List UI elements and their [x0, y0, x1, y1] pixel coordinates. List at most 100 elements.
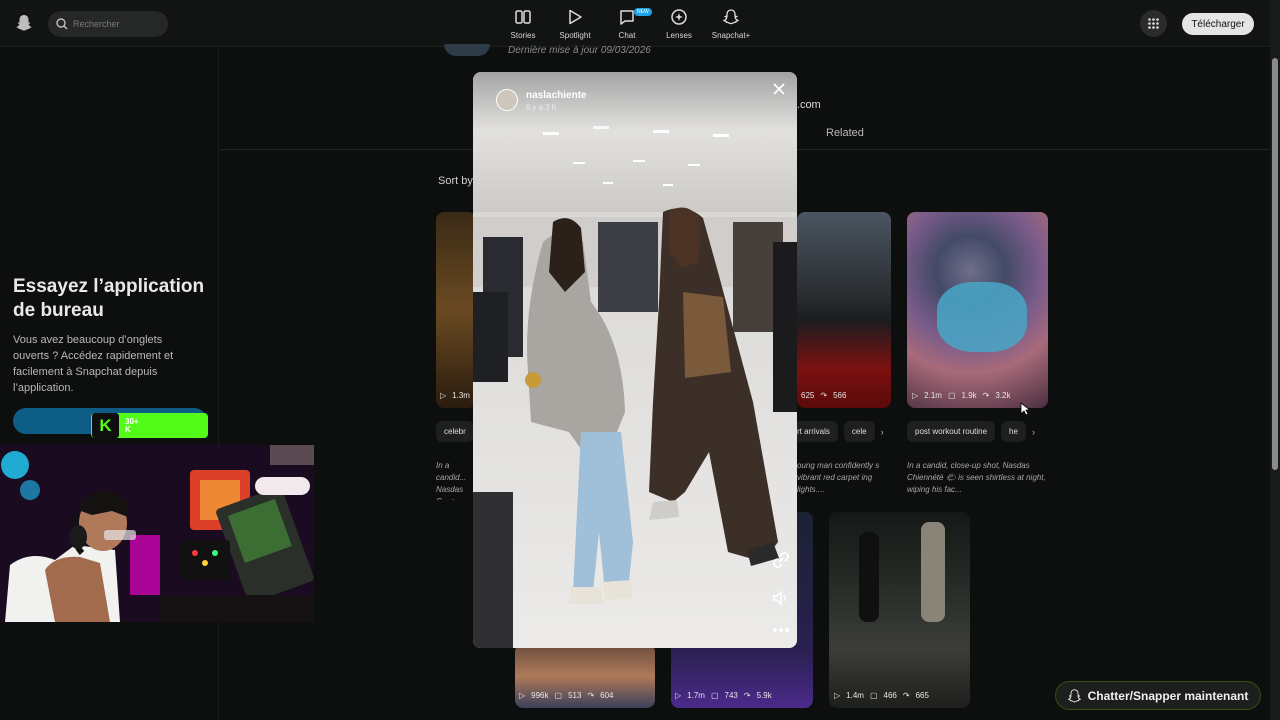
nav-snapchat-plus[interactable]: Snapchat+ [706, 8, 756, 40]
modal-header [473, 72, 797, 132]
comments-count: 743 [724, 691, 738, 700]
share-icon: ↷ [743, 691, 751, 700]
search-input[interactable] [73, 19, 163, 29]
card-stats: ▷ 1.4m ▢ 466 ↷ 665 [834, 691, 929, 700]
card-tags: celebr [436, 421, 474, 442]
nav-snapchat-plus-label: Snapchat+ [711, 31, 751, 40]
share-icon: ↷ [902, 691, 910, 700]
views-icon: ▷ [912, 391, 919, 400]
spotlight-card[interactable] [797, 212, 891, 408]
snapchat-ghost-icon [1067, 688, 1081, 702]
views-count: 2.1m [924, 391, 942, 400]
views-icon: ▷ [675, 691, 682, 700]
nav-chat[interactable]: NEW Chat [602, 8, 652, 40]
username[interactable]: naslachiente [526, 90, 587, 101]
views-count: 1.4m [846, 691, 864, 700]
new-badge: NEW [634, 8, 652, 16]
share-count: 3.2k [995, 391, 1011, 400]
chat-snap-now-button[interactable]: Chatter/Snapper maintenant [1055, 681, 1261, 710]
chat-snap-now-label: Chatter/Snapper maintenant [1087, 688, 1249, 703]
nav-spotlight[interactable]: Spotlight [550, 8, 600, 40]
nav-lenses[interactable]: Lenses [654, 8, 704, 40]
share-count: 5.9k [756, 691, 772, 700]
snapchat-plus-icon [722, 9, 740, 25]
chevron-right-icon[interactable]: › [881, 427, 884, 437]
snapchat-ghost-icon[interactable] [16, 14, 32, 32]
share-icon: ↷ [982, 391, 990, 400]
comments-icon: ▢ [869, 691, 878, 700]
card-stats: ▷ 996k ▢ 513 ↷ 604 [519, 691, 614, 700]
sort-by-label[interactable]: Sort by [438, 175, 473, 187]
spotlight-card[interactable] [829, 512, 970, 708]
views-icon: ▷ [440, 391, 447, 400]
streamer-webcam [0, 445, 314, 622]
kick-logo-icon: K [92, 413, 119, 438]
apps-grid-button[interactable] [1140, 10, 1167, 37]
close-icon[interactable] [771, 81, 787, 97]
nav-chat-label: Chat [618, 31, 636, 40]
search-bar[interactable] [48, 11, 168, 37]
grid-icon [1148, 18, 1159, 29]
views-count: 996k [531, 691, 549, 700]
nav-spotlight-label: Spotlight [559, 31, 591, 40]
comments-count: 1.9k [961, 391, 977, 400]
kick-text: 30+ K [125, 417, 139, 434]
webcam-feed [0, 445, 314, 622]
nav-lenses-label: Lenses [666, 31, 692, 40]
video-modal[interactable]: naslachiente Il y a 3 h [473, 72, 797, 648]
card-description: In a candid, close-up shot, Nasdas Chien… [907, 461, 1046, 494]
spotlight-card[interactable] [436, 212, 476, 408]
comments-count: 513 [568, 691, 582, 700]
comments-icon: ▢ [554, 691, 563, 700]
top-bar: Stories Spotlight NEW Chat Lenses Snapch… [0, 0, 1270, 47]
views-icon: ▷ [519, 691, 526, 700]
tag-chip[interactable]: celebr [436, 421, 474, 442]
snapchat-web-page: Stories Spotlight NEW Chat Lenses Snapch… [0, 0, 1280, 720]
play-icon [569, 9, 582, 25]
speaker-icon[interactable] [771, 588, 791, 608]
mouse-cursor-icon [1020, 402, 1030, 416]
search-icon [56, 18, 68, 30]
stories-icon [515, 10, 531, 24]
profile-avatar [444, 44, 490, 56]
video-frame[interactable] [473, 72, 797, 648]
more-options-icon[interactable] [771, 620, 791, 640]
nav-stories[interactable]: Stories [498, 8, 548, 40]
share-count: 665 [915, 691, 929, 700]
tag-chip[interactable]: cele [843, 421, 875, 442]
comments-count: 466 [883, 691, 897, 700]
nav-stories-label: Stories [510, 31, 536, 40]
tab-related[interactable]: Related [826, 127, 864, 139]
download-button[interactable]: Télécharger [1182, 13, 1254, 35]
tag-chip[interactable]: he [1001, 421, 1026, 442]
share-count: 604 [600, 691, 614, 700]
views-icon: ▷ [834, 691, 841, 700]
views-count: 1.3m [452, 391, 470, 400]
last-updated: Dernière mise à jour 09/03/2026 [508, 45, 651, 56]
card-stats: 625 ↷ 566 [801, 391, 846, 400]
link-icon[interactable] [771, 550, 791, 570]
card-stats: ▷ 1.7m ▢ 743 ↷ 5.9k [675, 691, 772, 700]
share-icon: ↷ [820, 391, 828, 400]
tag-chip[interactable]: post workout routine [907, 421, 996, 442]
card-description: In a candid... Nasdas C... a victory s..… [436, 461, 467, 500]
views-count: 1.7m [687, 691, 705, 700]
scrollbar-thumb[interactable] [1272, 58, 1278, 470]
chevron-right-icon[interactable]: › [1032, 427, 1035, 437]
comments-icon: ▢ [947, 391, 956, 400]
share-count: 566 [833, 391, 847, 400]
card-stats: ▷ 1.3m [440, 391, 470, 400]
card-stats: ▷ 2.1m ▢ 1.9k ↷ 3.2k [912, 391, 1010, 400]
promo-title: Essayez l’application de bureau [13, 276, 205, 321]
card-tags: rt arrivals cele › [789, 421, 884, 442]
user-avatar[interactable] [496, 89, 518, 111]
views-count: 625 [801, 391, 815, 400]
post-time: Il y a 3 h [526, 103, 557, 112]
comments-icon: ▢ [710, 691, 719, 700]
lenses-icon [671, 9, 687, 25]
promo-text: Vous avez beaucoup d’onglets ouverts ? A… [13, 334, 174, 394]
card-tags: post workout routine he › [907, 421, 1035, 442]
card-description: oung man confidently s vibrant red carpe… [797, 461, 880, 494]
share-icon: ↷ [587, 691, 595, 700]
spotlight-card[interactable] [907, 212, 1048, 408]
